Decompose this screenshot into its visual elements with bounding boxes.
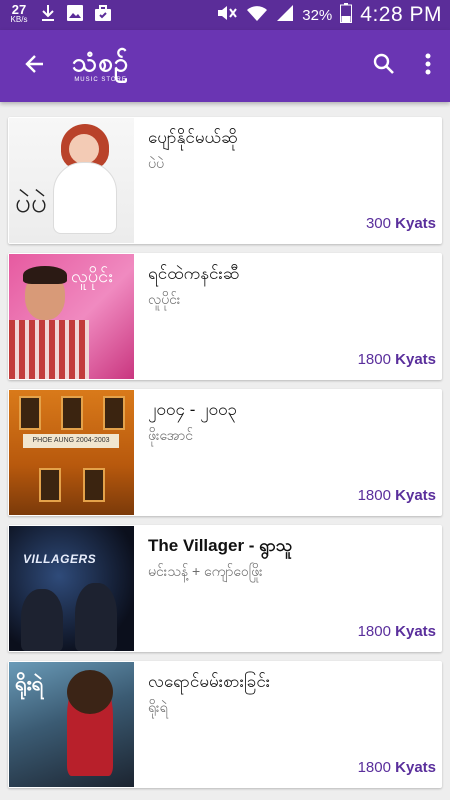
status-bar: 27 KB/s 32% 4:28 PM <box>0 0 450 30</box>
album-artist: ပဲပဲ <box>148 155 164 171</box>
more-options-button[interactable] <box>406 30 450 102</box>
briefcase-icon <box>94 4 112 27</box>
album-title: ရင်ထဲကနင်းဆီ <box>148 264 240 283</box>
album-cover-image: ရိုးရဲ <box>9 662 134 787</box>
album-cover-image: ပဲပဲ <box>9 118 134 243</box>
battery-icon <box>340 2 353 28</box>
album-price: 1800 Kyats <box>358 351 436 368</box>
back-button[interactable] <box>0 30 70 102</box>
album-artist: ရိုးရဲ <box>148 699 168 715</box>
price-currency: Kyats <box>395 487 436 504</box>
album-title: ၂၀၀၄ - ၂၀၀၃ <box>148 400 238 419</box>
logo-subtitle: MUSIC STORE <box>74 77 127 83</box>
album-card[interactable]: ရိုးရဲ လရောင်မမ်းစားခြင်း ရိုးရဲ 1800 Ky… <box>8 661 442 788</box>
download-icon <box>40 4 56 27</box>
album-title: ပျော်နိုင်မယ်ဆို <box>148 128 238 147</box>
album-price: 1800 Kyats <box>358 759 436 776</box>
network-speed-value: 27 <box>11 2 27 17</box>
more-vert-icon <box>424 52 432 81</box>
image-icon <box>66 4 84 27</box>
search-icon <box>372 52 396 81</box>
album-cover-image: PHOE AUNG 2004-2003 <box>9 390 134 515</box>
price-value: 1800 <box>357 759 391 776</box>
price-currency: Kyats <box>395 351 436 368</box>
search-button[interactable] <box>362 30 406 102</box>
album-card[interactable]: လူပိုင်း ရင်ထဲကနင်းဆီ လူပိုင်း 1800 Kyat… <box>8 253 442 380</box>
signal-icon <box>276 4 294 27</box>
price-currency: Kyats <box>395 215 436 232</box>
back-arrow-icon <box>23 52 47 81</box>
album-artist: မင်းသန့် + ကျော်ဝေဖြိုး <box>148 563 263 579</box>
network-speed: 27 KB/s <box>8 2 30 25</box>
album-price: 300 Kyats <box>366 215 436 232</box>
wifi-icon <box>246 4 268 27</box>
album-title: လရောင်မမ်းစားခြင်း <box>148 672 271 691</box>
album-title: The Villager - ရွာသူ <box>148 536 293 555</box>
album-price: 1800 Kyats <box>358 487 436 504</box>
album-price: 1800 Kyats <box>358 623 436 640</box>
album-card[interactable]: ပဲပဲ ပျော်နိုင်မယ်ဆို ပဲပဲ 300 Kyats <box>8 117 442 244</box>
album-cover-image: VILLAGERS <box>9 526 134 651</box>
battery-percent: 32% <box>302 6 333 24</box>
album-artist: ဖိုးအောင် <box>148 427 193 443</box>
mute-icon <box>216 4 238 27</box>
network-speed-unit: KB/s <box>10 15 28 24</box>
price-currency: Kyats <box>395 759 436 776</box>
app-logo: သံစဥ် MUSIC STORE <box>72 49 129 83</box>
price-value: 1800 <box>357 351 391 368</box>
album-card[interactable]: VILLAGERS The Villager - ရွာသူ မင်းသန့် … <box>8 525 442 652</box>
app-bar: သံစဥ် MUSIC STORE <box>0 30 450 102</box>
price-value: 1800 <box>357 623 391 640</box>
album-cover-image: လူပိုင်း <box>9 254 134 379</box>
logo-text: သံစဥ် <box>72 47 130 77</box>
album-artist: လူပိုင်း <box>148 291 181 307</box>
price-currency: Kyats <box>395 623 436 640</box>
album-card[interactable]: PHOE AUNG 2004-2003 ၂၀၀၄ - ၂၀၀၃ ဖိုးအောင… <box>8 389 442 516</box>
price-value: 300 <box>365 215 391 232</box>
clock: 4:28 PM <box>360 3 442 26</box>
price-value: 1800 <box>357 487 391 504</box>
